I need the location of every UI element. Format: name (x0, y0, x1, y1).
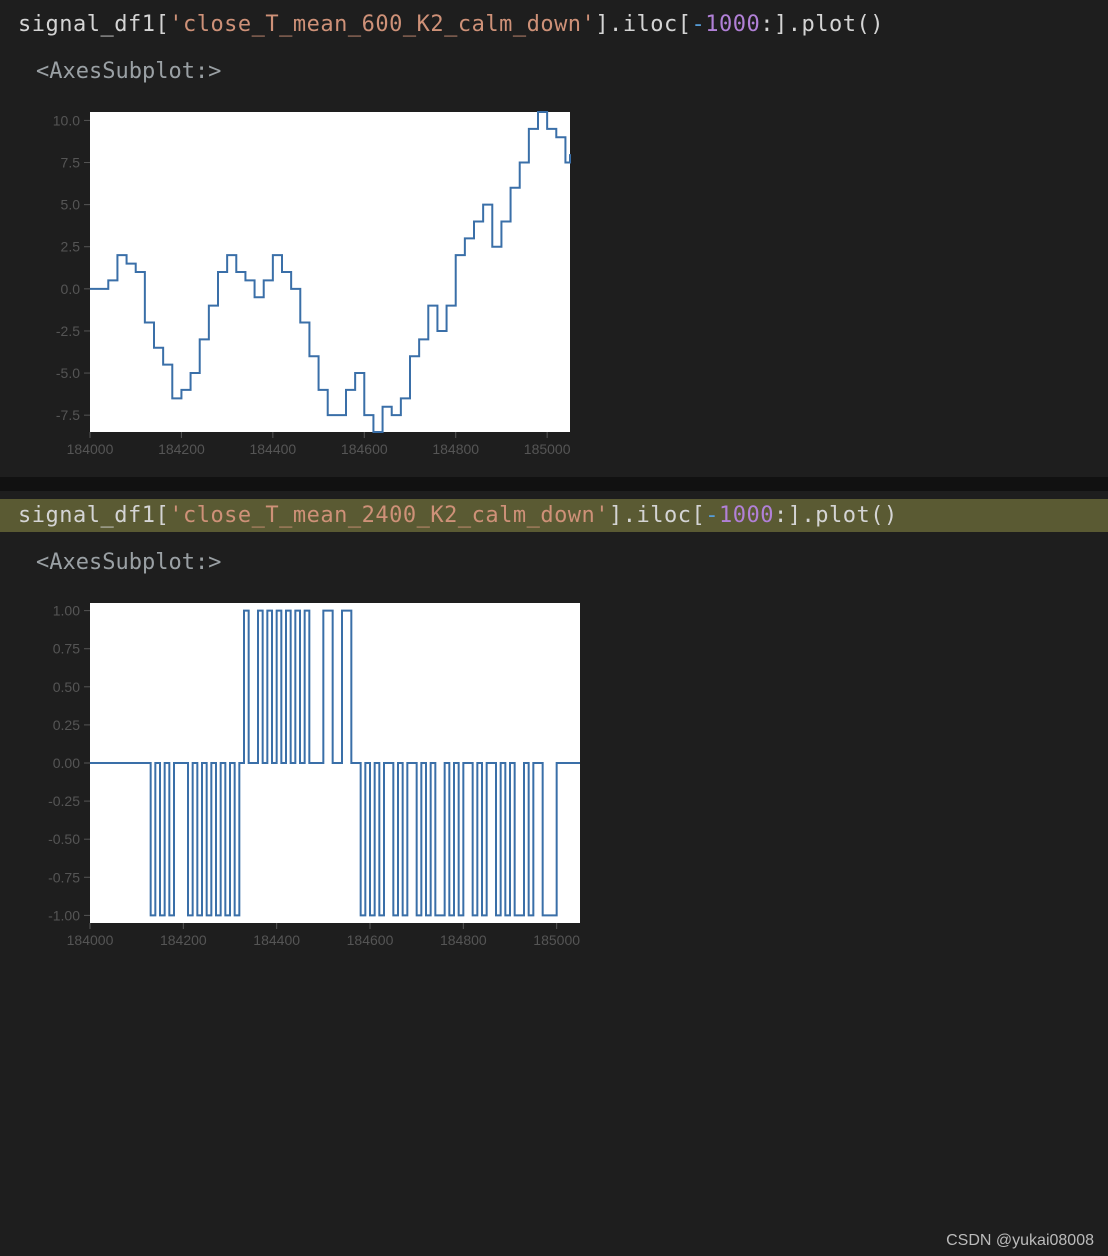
svg-text:184000: 184000 (67, 441, 114, 457)
svg-text:0.75: 0.75 (53, 641, 80, 657)
code-cell-1: signal_df1['close_T_mean_600_K2_calm_dow… (0, 0, 1108, 49)
svg-text:0.50: 0.50 (53, 679, 80, 695)
code-input-2[interactable]: signal_df1['close_T_mean_2400_K2_calm_do… (0, 499, 1108, 532)
svg-text:185000: 185000 (533, 932, 580, 948)
svg-text:184000: 184000 (67, 932, 114, 948)
svg-text:0.25: 0.25 (53, 717, 80, 733)
chart-output-1: -7.5 -5.0 -2.5 0.0 2.5 5.0 7.5 10.0 184000 184200… (0, 96, 1108, 477)
code-input-1[interactable]: signal_df1['close_T_mean_600_K2_calm_dow… (0, 8, 1108, 41)
svg-text:5.0: 5.0 (61, 197, 81, 213)
line-chart-1: -7.5 -5.0 -2.5 0.0 2.5 5.0 7.5 10.0 184000 184200… (20, 102, 580, 462)
svg-text:7.5: 7.5 (61, 155, 81, 171)
svg-text:1.00: 1.00 (53, 603, 80, 619)
svg-text:184200: 184200 (158, 441, 205, 457)
svg-text:-7.5: -7.5 (56, 407, 80, 423)
svg-text:184600: 184600 (341, 441, 388, 457)
code-cell-2: signal_df1['close_T_mean_2400_K2_calm_do… (0, 491, 1108, 540)
svg-text:184400: 184400 (253, 932, 300, 948)
svg-text:10.0: 10.0 (53, 112, 80, 128)
svg-text:-0.75: -0.75 (48, 869, 80, 885)
attribution-watermark: CSDN @yukai08008 (946, 1232, 1094, 1250)
output-text-1: <AxesSubplot:> (0, 49, 1108, 96)
svg-text:0.00: 0.00 (53, 755, 80, 771)
svg-text:184200: 184200 (160, 932, 207, 948)
line-chart-2: -1.00 -0.75 -0.50 -0.25 0.00 0.25 0.50 0.75 1.00… (20, 593, 590, 953)
svg-text:-5.0: -5.0 (56, 365, 80, 381)
output-text-2: <AxesSubplot:> (0, 540, 1108, 587)
svg-text:-1.00: -1.00 (48, 907, 80, 923)
svg-text:-0.25: -0.25 (48, 793, 80, 809)
svg-text:2.5: 2.5 (61, 239, 81, 255)
svg-text:184600: 184600 (347, 932, 394, 948)
svg-text:-0.50: -0.50 (48, 831, 80, 847)
cell-divider (0, 477, 1108, 491)
svg-text:184400: 184400 (249, 441, 296, 457)
svg-text:0.0: 0.0 (61, 281, 81, 297)
svg-text:184800: 184800 (432, 441, 479, 457)
chart-output-2: -1.00 -0.75 -0.50 -0.25 0.00 0.25 0.50 0.75 1.00… (0, 587, 1108, 968)
svg-text:-2.5: -2.5 (56, 323, 80, 339)
svg-text:184800: 184800 (440, 932, 487, 948)
svg-text:185000: 185000 (524, 441, 571, 457)
